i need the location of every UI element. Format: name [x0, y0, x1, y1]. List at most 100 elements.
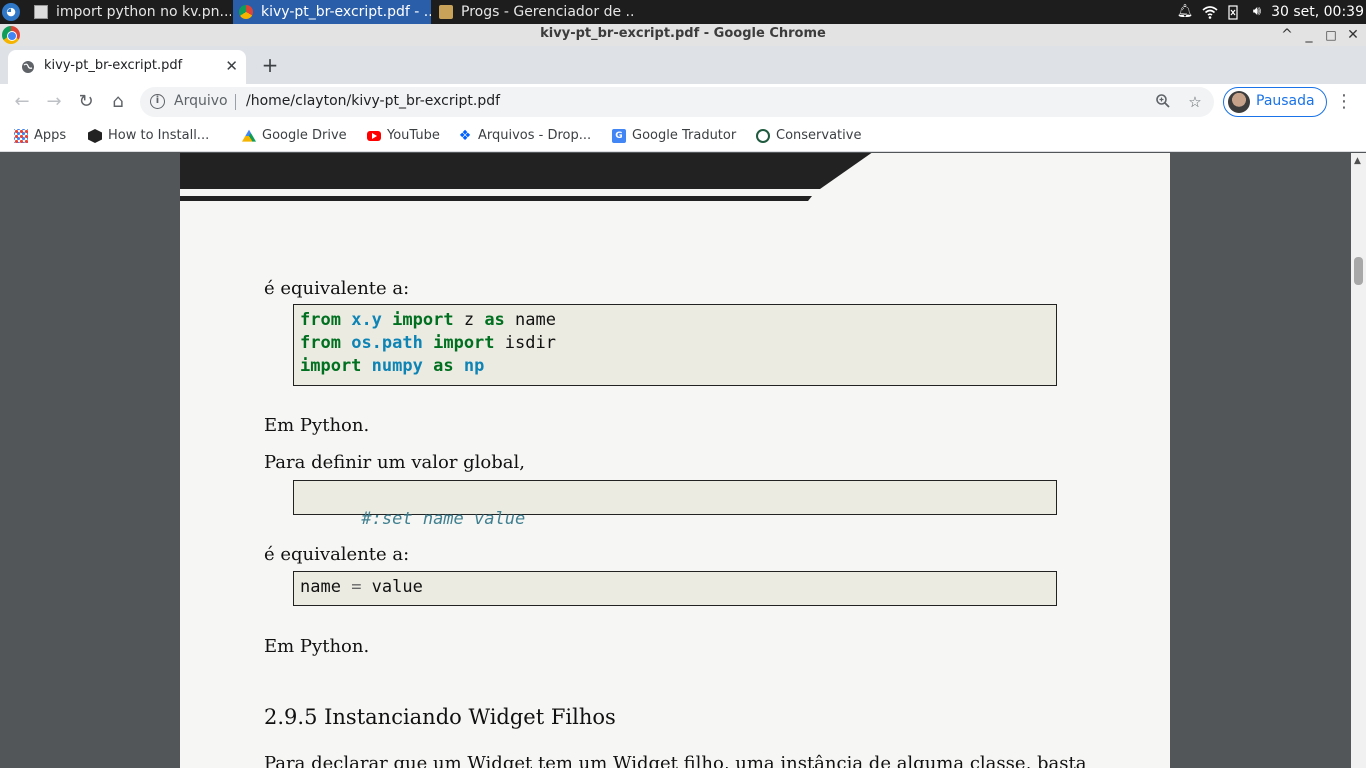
- code-token: import: [392, 310, 454, 330]
- address-scheme-label: Arquivo: [174, 93, 228, 109]
- globe-icon: [20, 60, 36, 76]
- window-titlebar[interactable]: kivy-pt_br-excript.pdf - Google Chrome ^…: [0, 24, 1366, 46]
- bookmark-google-drive[interactable]: Google Drive: [242, 126, 347, 146]
- code-token: import: [433, 333, 495, 353]
- bookmark-label: How to Install...: [108, 128, 210, 143]
- code-block: from x.y import z as name from os.path im…: [293, 304, 1057, 386]
- os-taskbar: ◕ import python no kv.pn... kivy-pt_br-e…: [0, 0, 1366, 24]
- paragraph: Em Python.: [264, 415, 370, 436]
- code-block: name = value: [293, 571, 1057, 606]
- tab-pdf[interactable]: kivy-pt_br-excript.pdf ✕: [8, 50, 246, 84]
- code-token: from: [300, 333, 341, 353]
- bookmark-star-icon[interactable]: ☆: [1186, 93, 1204, 111]
- taskbar-clock[interactable]: 30 set, 00:39: [1271, 0, 1364, 24]
- code-token: from: [300, 310, 341, 330]
- bookmark-youtube[interactable]: YouTube: [367, 126, 440, 146]
- forward-button[interactable]: →: [40, 88, 68, 116]
- folder-icon: [439, 5, 453, 19]
- bookmark-apps[interactable]: Apps: [14, 126, 66, 146]
- code-line: import numpy as np: [300, 355, 1056, 378]
- apps-grid-icon: [14, 129, 28, 143]
- pdf-viewport[interactable]: é equivalente a: from x.y import z as na…: [0, 153, 1366, 768]
- youtube-icon: [367, 131, 381, 141]
- google-drive-icon: [242, 129, 256, 142]
- tab-title: kivy-pt_br-excript.pdf: [44, 58, 183, 73]
- page-header-banner: [180, 153, 872, 201]
- os-menu-icon[interactable]: ◕: [2, 3, 20, 21]
- reload-button[interactable]: ↻: [72, 88, 100, 116]
- code-token: z: [453, 310, 485, 330]
- wifi-icon[interactable]: [1200, 0, 1220, 24]
- window-close-button[interactable]: ✕: [1342, 24, 1364, 46]
- google-translate-icon: G: [612, 129, 626, 143]
- image-file-icon: [34, 5, 48, 19]
- taskbar-task-label: import python no kv.pn...: [56, 4, 231, 20]
- profile-status-label: Pausada: [1256, 93, 1315, 109]
- window-shade-button[interactable]: ^: [1276, 24, 1298, 46]
- window-minimize-button[interactable]: _: [1298, 24, 1320, 46]
- hexagon-icon: [88, 129, 102, 143]
- home-button[interactable]: ⌂: [104, 88, 132, 116]
- taskbar-task-file-manager[interactable]: Progs - Gerenciador de ...: [433, 0, 633, 24]
- paragraph: Para definir um valor global,: [264, 452, 525, 473]
- browser-toolbar: ← → ↻ ⌂ i Arquivo /home/clayton/kivy-pt_…: [0, 84, 1366, 120]
- new-tab-button[interactable]: +: [258, 54, 282, 78]
- address-bar[interactable]: i Arquivo /home/clayton/kivy-pt_br-excri…: [140, 87, 1214, 117]
- code-line: from x.y import z as name: [300, 309, 1056, 332]
- tab-strip: kivy-pt_br-excript.pdf ✕ +: [0, 46, 1366, 84]
- bookmark-how-to-install[interactable]: How to Install...: [88, 126, 209, 146]
- paragraph: é equivalente a:: [264, 278, 410, 299]
- bookmark-dropbox[interactable]: ❖ Arquivos - Drop...: [458, 126, 591, 146]
- back-button[interactable]: ←: [8, 88, 36, 116]
- paragraph: é equivalente a:: [264, 544, 410, 565]
- code-token: x.y: [351, 310, 382, 330]
- bookmark-label: Conservative: [776, 128, 862, 143]
- pdf-page: é equivalente a: from x.y import z as na…: [180, 153, 1170, 768]
- code-token: as: [484, 310, 505, 330]
- scroll-up-arrow-icon[interactable]: ▲: [1354, 156, 1361, 166]
- bookmark-label: Apps: [34, 128, 67, 143]
- address-separator: [235, 94, 236, 110]
- site-info-icon[interactable]: i: [150, 94, 165, 109]
- zoom-icon[interactable]: [1154, 93, 1172, 111]
- scrollbar-thumb[interactable]: [1354, 257, 1363, 285]
- vertical-scrollbar[interactable]: ▲: [1351, 153, 1366, 768]
- bookmark-conservative[interactable]: Conservative: [756, 126, 861, 146]
- profile-button[interactable]: Pausada: [1223, 87, 1327, 117]
- notification-bell-icon[interactable]: 🔔︎: [1176, 0, 1194, 24]
- battery-icon[interactable]: [1226, 0, 1240, 24]
- taskbar-task-label: Progs - Gerenciador de ...: [461, 4, 633, 20]
- taskbar-task-image[interactable]: import python no kv.pn...: [28, 0, 231, 24]
- chrome-icon: [239, 5, 253, 19]
- code-token: os.path: [351, 333, 423, 353]
- code-block: #:set name value: [293, 480, 1057, 529]
- conservative-icon: [756, 129, 770, 143]
- window-maximize-button[interactable]: □: [1320, 24, 1342, 46]
- code-token: numpy: [371, 356, 423, 376]
- dropbox-icon: ❖: [458, 128, 472, 144]
- paragraph: Em Python.: [264, 636, 370, 657]
- bookmark-label: YouTube: [387, 128, 440, 143]
- taskbar-task-chrome[interactable]: kivy-pt_br-excript.pdf - ...: [233, 0, 431, 24]
- code-token: name: [504, 310, 556, 330]
- bookmark-label: Google Tradutor: [632, 128, 737, 143]
- code-token: as: [433, 356, 454, 376]
- bookmark-google-tradutor[interactable]: G Google Tradutor: [612, 126, 736, 146]
- address-url[interactable]: /home/clayton/kivy-pt_br-excript.pdf: [246, 93, 500, 109]
- code-token: isdir: [494, 333, 556, 353]
- volume-icon[interactable]: 🔊︎: [1248, 0, 1266, 24]
- code-token: np: [463, 356, 485, 376]
- code-line: name = value: [300, 576, 1056, 599]
- avatar: [1228, 91, 1250, 113]
- code-token: value: [371, 577, 423, 597]
- bookmarks-bar: Apps How to Install... Google Drive YouT…: [0, 120, 1366, 152]
- paragraph: Para declarar que um Widget tem um Widge…: [264, 753, 1087, 768]
- code-line: from os.path import isdir: [300, 332, 1056, 355]
- chrome-menu-button[interactable]: ⋮: [1334, 88, 1354, 116]
- tab-close-icon[interactable]: ✕: [225, 57, 238, 75]
